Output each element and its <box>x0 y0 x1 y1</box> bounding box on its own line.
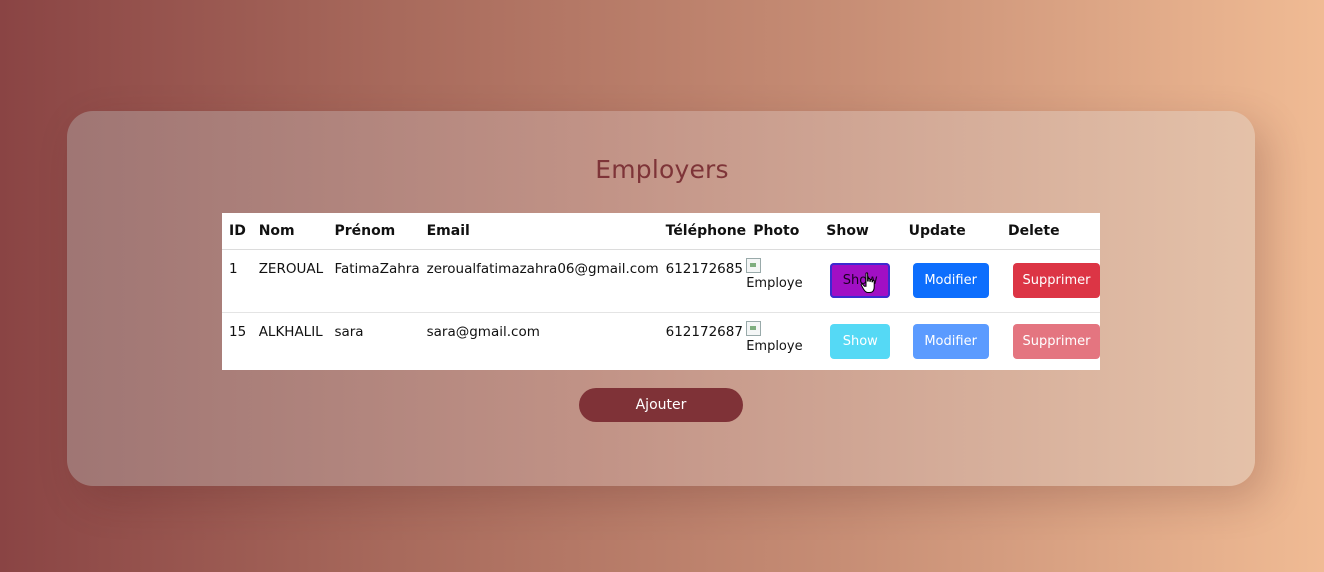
header-update: Update <box>901 213 1001 250</box>
broken-image-icon <box>746 321 762 336</box>
cell-show: Show <box>819 313 901 374</box>
header-nom: Nom <box>251 213 328 250</box>
cell-email: sara@gmail.com <box>426 324 540 340</box>
header-show: Show <box>819 213 902 250</box>
cell-photo: Employe <box>746 313 819 374</box>
cell-prenom: sara <box>334 324 364 340</box>
employers-table-container: ID Nom Prénom Email Téléphone Photo Show… <box>222 213 1100 370</box>
header-email: Email <box>419 213 659 250</box>
table-row: 1 ZEROUAL FatimaZahra zeroualfatimazahra… <box>222 249 1100 313</box>
table-row: 15 ALKHALIL sara sara@gmail.com 61217268… <box>222 313 1100 374</box>
show-button[interactable]: Show <box>830 324 891 359</box>
add-button[interactable]: Ajouter <box>579 388 743 422</box>
cell-prenom: FatimaZahra <box>327 249 420 313</box>
delete-button[interactable]: Supprimer <box>1013 324 1100 359</box>
cell-update: Modifier <box>901 249 1001 313</box>
cell-delete: Supprimer <box>1001 249 1100 313</box>
header-prenom: Prénom <box>327 213 420 250</box>
cell-photo: Employe <box>746 249 820 313</box>
cell-id: 1 <box>222 249 252 313</box>
broken-image-icon <box>746 258 762 273</box>
modify-button[interactable]: Modifier <box>912 263 989 298</box>
table-header-row: ID Nom Prénom Email Téléphone Photo Show… <box>222 213 1100 250</box>
cell-nom: ALKHALIL <box>258 324 323 340</box>
header-photo: Photo <box>746 213 820 250</box>
photo-alt-text: Employe <box>746 276 803 291</box>
header-telephone: Téléphone <box>658 213 747 250</box>
hand-pointer-icon <box>860 272 875 293</box>
modify-button[interactable]: Modifier <box>912 324 989 359</box>
delete-button[interactable]: Supprimer <box>1013 263 1100 298</box>
photo-alt-text: Employe <box>746 339 803 354</box>
cell-telephone: 612172687 <box>665 324 743 340</box>
header-id: ID <box>222 213 252 250</box>
employers-table: ID Nom Prénom Email Téléphone Photo Show… <box>222 213 1100 373</box>
cell-email: zeroualfatimazahra06@gmail.com <box>419 249 659 313</box>
cell-nom: ZEROUAL <box>251 249 328 313</box>
cell-telephone: 612172685 <box>658 249 747 313</box>
cell-update: Modifier <box>902 313 1001 374</box>
header-delete: Delete <box>1001 213 1100 250</box>
cell-delete: Supprimer <box>1001 313 1100 374</box>
page-title: Employers <box>595 155 729 184</box>
cell-id: 15 <box>229 324 247 340</box>
